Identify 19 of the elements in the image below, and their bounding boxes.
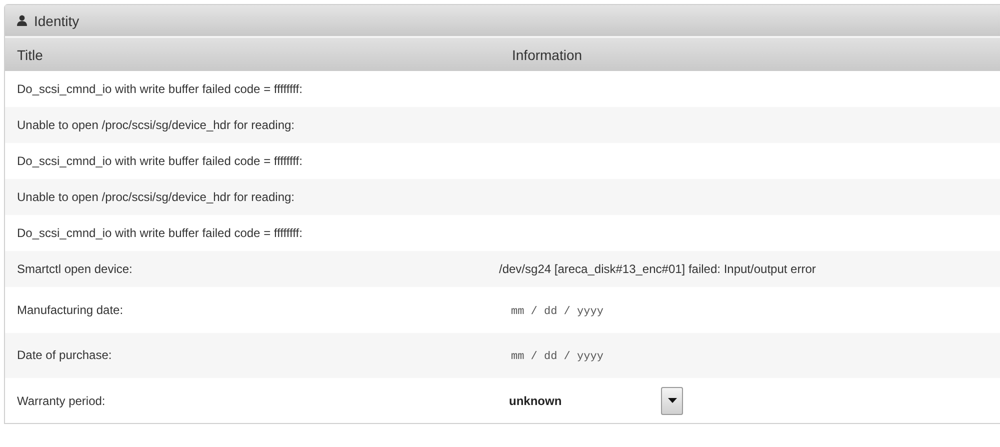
table-cell-text: Warranty period: [16, 394, 106, 408]
dropdown-button[interactable] [661, 386, 683, 414]
panel-title: Identity [34, 12, 80, 28]
column-header: Information [511, 46, 584, 62]
table-cell-text: Smartctl open device: [16, 262, 134, 276]
date-field[interactable]: mm / dd / yyyy [511, 306, 631, 318]
table-cell-text: Manufacturing date: [16, 302, 124, 317]
table-cell-text: Unable to open /proc/scsi/sg/device_hdr for reading: [16, 118, 296, 132]
table-cell-text: Do_scsi_cmnd_io with write buffer failed code = ffffffff: [16, 154, 304, 168]
table-cell-text: Date of purchase: [16, 348, 113, 362]
user-icon [17, 15, 27, 26]
date-field[interactable]: mm / dd / yyyy [511, 351, 631, 364]
table-cell-text: Do_scsi_cmnd_io with write buffer failed code = ffffffff: [16, 82, 304, 96]
table-cell-text: Unable to open /proc/scsi/sg/device_hdr for reading: [16, 190, 296, 204]
column-header: Title [16, 46, 44, 62]
table-cell-text: Do_scsi_cmnd_io with write buffer failed code = ffffffff: [16, 226, 304, 240]
select-value: unknown [509, 394, 562, 408]
table-cell-text: /dev/sg24 [areca_disk#13_enc#01] failed: Input/output error [499, 262, 817, 276]
caret-icon [668, 398, 676, 403]
